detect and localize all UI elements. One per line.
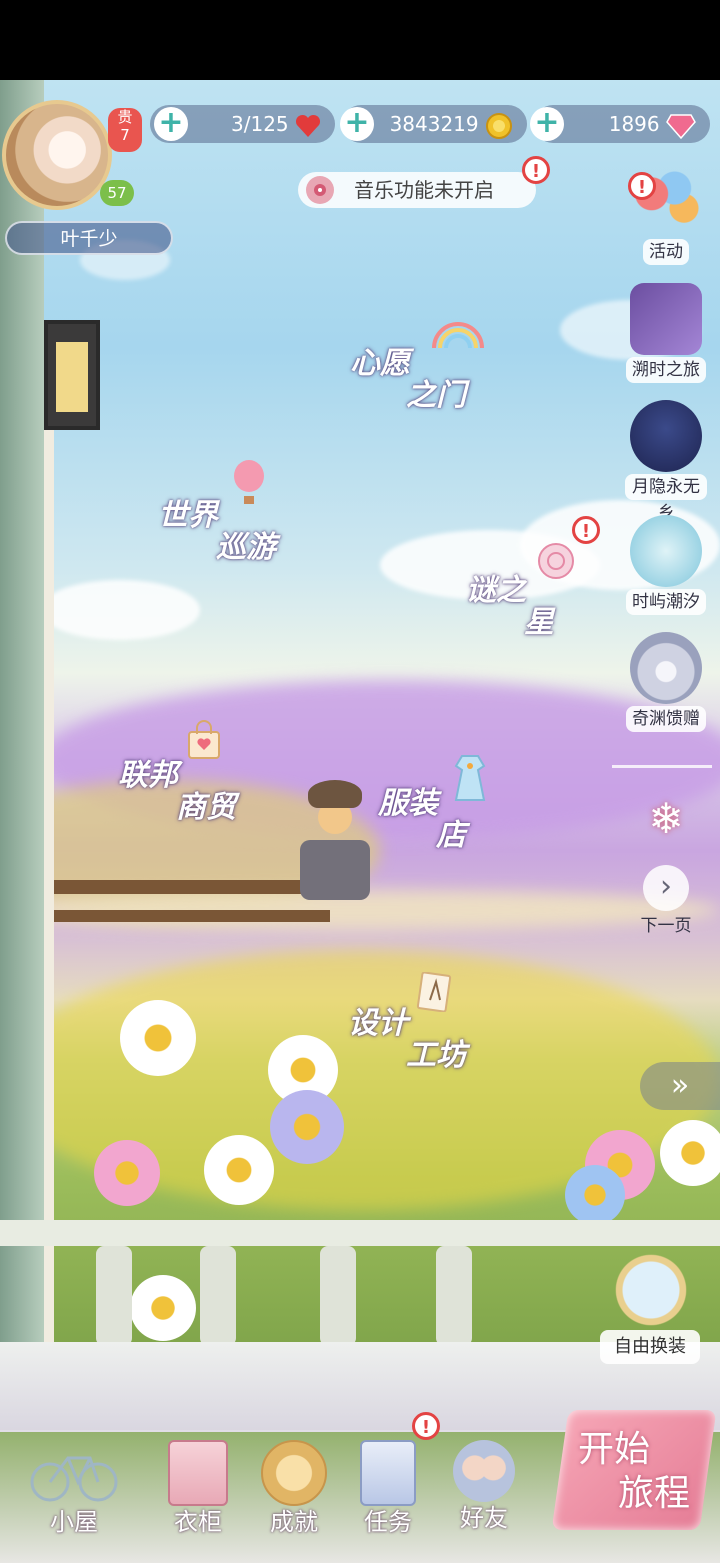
- record-icon: [306, 176, 334, 204]
- mystery-alert-icon: !: [572, 516, 600, 544]
- heart-icon: [295, 114, 321, 137]
- add-diamond-button[interactable]: +: [530, 107, 564, 141]
- gold-value: 3843219: [389, 112, 479, 136]
- gold-coin-icon: [486, 112, 512, 139]
- right-menu-item-4[interactable]: 奇渊馈赠: [625, 632, 707, 732]
- shopping-bag-icon: [188, 720, 220, 759]
- location-design-workshop-line-1: 设计: [348, 1006, 408, 1041]
- free-dressup-button[interactable]: 自由换装: [600, 1330, 700, 1364]
- pixel-heart-icon: [630, 283, 702, 355]
- bicycle-icon: [30, 1456, 118, 1502]
- player-name[interactable]: 叶千少: [5, 221, 173, 255]
- nav-item-1[interactable]: 衣柜: [152, 1440, 244, 1537]
- nav-label-1: 衣柜: [174, 1508, 222, 1536]
- location-clothing-store-line-2: 店: [436, 818, 466, 853]
- resource-bar: 3/125 + 3843219 + 1896 +: [150, 105, 710, 143]
- location-mystery-star-line-2: 星: [524, 605, 554, 640]
- location-federation-trade[interactable]: 联邦 商贸: [118, 720, 268, 825]
- location-clothing-store-line-1: 服装: [378, 786, 438, 821]
- snowflake-icon[interactable]: ❄: [642, 795, 690, 843]
- nav-item-2[interactable]: 成就: [248, 1440, 340, 1537]
- vip-badge[interactable]: 贵 7: [108, 108, 142, 152]
- nav-label-4: 好友: [460, 1504, 508, 1532]
- start-journey-label: 开始 旅程: [578, 1428, 698, 1516]
- right-menu-item-1[interactable]: 溯时之旅: [625, 283, 707, 383]
- diamond-icon: [666, 113, 696, 139]
- music-alert-icon: !: [522, 156, 550, 184]
- start-journey-line-2: 旅程: [618, 1473, 691, 1514]
- nav-label-0: 小屋: [50, 1508, 98, 1536]
- sketch-card-icon: [416, 972, 452, 1012]
- chevron-right-icon: ›: [643, 865, 689, 911]
- location-world-tour-line-2: 巡游: [216, 530, 276, 565]
- task-alert-icon: !: [412, 1412, 440, 1440]
- location-wish-gate-line-1: 心愿: [350, 346, 410, 381]
- location-mystery-star[interactable]: 谜之 星: [466, 543, 596, 640]
- location-federation-trade-line-1: 联邦: [118, 758, 178, 793]
- location-federation-trade-line-2: 商贸: [176, 790, 236, 825]
- player-level-badge: 57: [100, 180, 134, 206]
- right-menu-label-3: 时屿潮汐: [626, 589, 706, 615]
- activity-alert-icon: !: [628, 172, 656, 200]
- nav-label-3: 任务: [364, 1508, 412, 1536]
- add-stamina-button[interactable]: +: [154, 107, 188, 141]
- medal-icon: [261, 1440, 327, 1506]
- location-mystery-star-line-1: 谜之: [466, 573, 526, 608]
- diamond-value: 1896: [608, 112, 660, 136]
- nav-item-0[interactable]: 小屋: [28, 1440, 120, 1537]
- expand-arrows-icon[interactable]: »: [640, 1062, 720, 1110]
- menu-divider: [612, 765, 712, 768]
- dress-icon: [454, 755, 486, 801]
- nav-label-2: 成就: [270, 1508, 318, 1536]
- vip-prefix: 贵: [117, 108, 133, 126]
- location-world-tour[interactable]: 世界 巡游: [158, 460, 308, 565]
- location-wish-gate[interactable]: 心愿 之门: [350, 322, 500, 413]
- next-page-label: 下一页: [640, 916, 692, 936]
- rainbow-icon: [432, 322, 484, 349]
- right-menu-item-3[interactable]: 时屿潮汐: [625, 515, 707, 615]
- task-list-icon: [360, 1440, 416, 1506]
- nav-item-3[interactable]: 任务: [342, 1440, 434, 1537]
- start-journey-line-1: 开始: [578, 1429, 651, 1470]
- friends-icon: [453, 1440, 515, 1502]
- right-menu-label-0: 活动: [643, 239, 689, 265]
- add-gold-button[interactable]: +: [340, 107, 374, 141]
- hot-air-balloon-icon: [234, 460, 264, 504]
- next-page-button[interactable]: › 下一页: [638, 865, 694, 936]
- moon-castle-icon: [630, 400, 702, 472]
- wardrobe-icon: [168, 1440, 228, 1506]
- vip-level: 7: [120, 126, 130, 144]
- location-design-workshop[interactable]: 设计 工坊: [348, 972, 498, 1073]
- sea-scroll-icon: [630, 515, 702, 587]
- right-menu-label-1: 溯时之旅: [626, 357, 706, 383]
- magic-circle-icon: [538, 543, 574, 579]
- right-menu-label-4: 奇渊馈赠: [626, 706, 706, 732]
- nav-item-4[interactable]: 好友: [438, 1440, 530, 1533]
- pearl-shell-icon: [630, 632, 702, 704]
- right-menu-label-2: 月隐永无乡: [625, 474, 707, 523]
- location-world-tour-line-1: 世界: [158, 498, 218, 533]
- stamina-value: 3/125: [231, 112, 289, 136]
- music-banner[interactable]: 音乐功能未开启: [298, 172, 536, 208]
- player-avatar[interactable]: [2, 100, 112, 210]
- location-clothing-store[interactable]: 服装 店: [378, 755, 528, 853]
- right-menu-item-2[interactable]: 月隐永无乡: [625, 400, 707, 523]
- mirror-icon[interactable]: [612, 1250, 690, 1330]
- location-wish-gate-line-2: 之门: [406, 378, 466, 413]
- location-design-workshop-line-2: 工坊: [406, 1038, 466, 1073]
- music-banner-text: 音乐功能未开启: [354, 178, 494, 202]
